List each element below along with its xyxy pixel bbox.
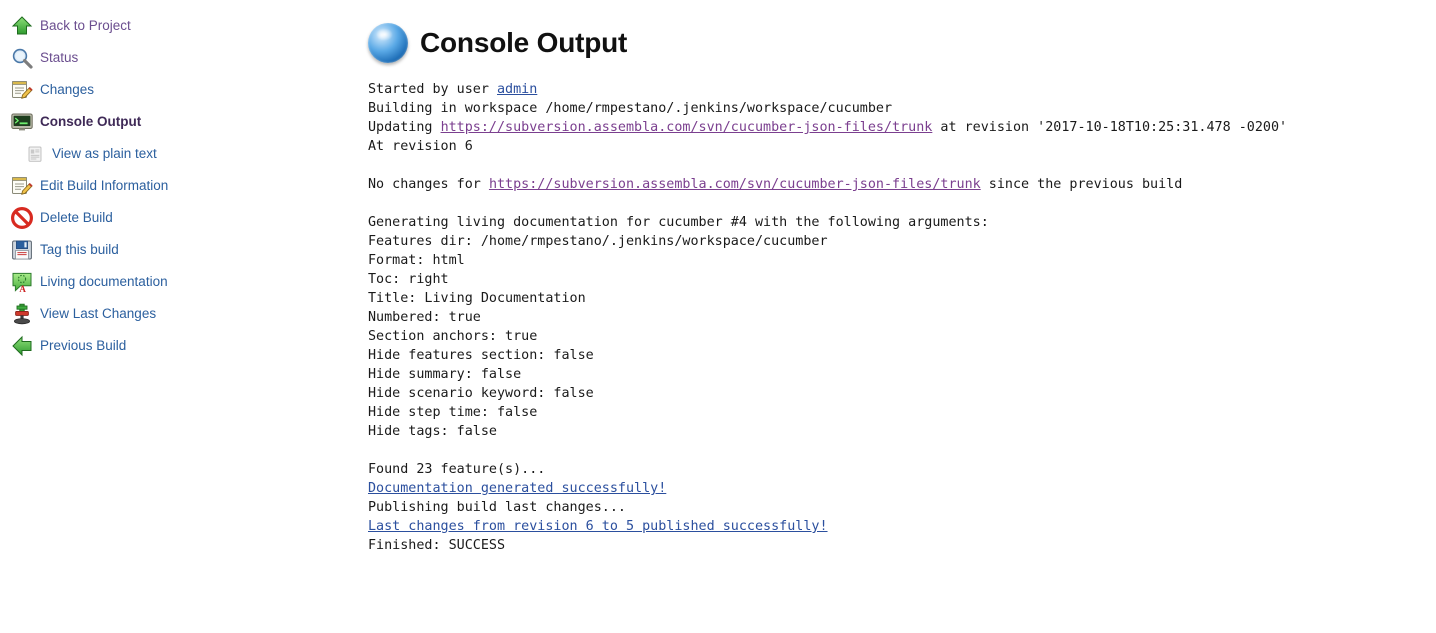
sidebar-item-changes[interactable]: Changes bbox=[0, 74, 360, 106]
console-line: Title: Living Documentation bbox=[368, 289, 1436, 308]
console-text: Numbered: true bbox=[368, 310, 481, 325]
console-line: Building in workspace /home/rmpestano/.j… bbox=[368, 99, 1436, 118]
no-entry-icon bbox=[10, 206, 34, 230]
console-text: Hide step time: false bbox=[368, 405, 538, 420]
console-line: Generating living documentation for cucu… bbox=[368, 213, 1436, 232]
console-text: Started by user bbox=[368, 82, 497, 97]
left-arrow-icon bbox=[10, 334, 34, 358]
console-line: Hide summary: false bbox=[368, 365, 1436, 384]
sidebar-item-label: Tag this build bbox=[40, 242, 119, 257]
sidebar-item-label: Back to Project bbox=[40, 18, 131, 33]
up-arrow-icon bbox=[10, 14, 34, 38]
console-line: Last changes from revision 6 to 5 publis… bbox=[368, 517, 1436, 536]
console-text: Finished: SUCCESS bbox=[368, 538, 506, 553]
svg-text:A: A bbox=[19, 284, 26, 294]
console-line: Publishing build last changes... bbox=[368, 498, 1436, 517]
console-output-text: Started by user admin Building in workspa… bbox=[368, 80, 1436, 555]
console-link[interactable]: admin bbox=[497, 82, 537, 97]
console-line: Hide features section: false bbox=[368, 346, 1436, 365]
console-text: Hide scenario keyword: false bbox=[368, 386, 594, 401]
sidebar-item-label: View Last Changes bbox=[40, 306, 157, 321]
sidebar-item-previous-build[interactable]: Previous Build bbox=[0, 330, 360, 362]
sidebar: Back to Project Status Changes Console Outp… bbox=[0, 0, 360, 633]
console-text: Features dir: /home/rmpestano/.jenkins/w… bbox=[368, 234, 828, 249]
sidebar-item-edit-build-information[interactable]: Edit Build Information bbox=[0, 170, 360, 202]
sidebar-item-label: Living documentation bbox=[40, 274, 168, 289]
console-text: At revision 6 bbox=[368, 139, 473, 154]
console-line: Format: html bbox=[368, 251, 1436, 270]
console-link[interactable]: https://subversion.assembla.com/svn/cucu… bbox=[489, 177, 981, 192]
terminal-icon bbox=[10, 110, 34, 134]
console-text: Hide features section: false bbox=[368, 348, 594, 363]
jenkins-console-page: Back to Project Status Changes Console Outp… bbox=[0, 0, 1436, 633]
sidebar-item-label: View as plain text bbox=[52, 146, 157, 161]
console-text: No changes for bbox=[368, 177, 489, 192]
sidebar-item-living-documentation[interactable]: A Living documentation bbox=[0, 266, 360, 298]
sidebar-item-view-as-plain-text[interactable]: View as plain text bbox=[0, 138, 360, 170]
sidebar-item-tag-this-build[interactable]: Tag this build bbox=[0, 234, 360, 266]
console-line: No changes for https://subversion.assemb… bbox=[368, 175, 1436, 194]
sidebar-item-label: Changes bbox=[40, 82, 95, 97]
page-title: Console Output bbox=[420, 27, 628, 58]
console-line: Hide step time: false bbox=[368, 403, 1436, 422]
notepad-pencil-icon bbox=[10, 78, 34, 102]
notepad-pencil-icon bbox=[10, 174, 34, 198]
sidebar-item-label: Console Output bbox=[40, 114, 142, 129]
page-header: Console Output bbox=[360, 0, 1436, 63]
console-text: Updating bbox=[368, 120, 441, 135]
console-line: Found 23 feature(s)... bbox=[368, 460, 1436, 479]
console-link[interactable]: Documentation generated successfully! bbox=[368, 481, 666, 496]
console-text: since the previous build bbox=[980, 177, 1183, 192]
sidebar-item-label: Previous Build bbox=[40, 338, 127, 353]
blue-sphere-icon bbox=[368, 23, 408, 63]
speech-bubble-icon: A bbox=[10, 270, 34, 294]
console-text: at revision '2017-10-18T10:25:31.478 -02… bbox=[932, 120, 1288, 135]
sidebar-item-console-output[interactable]: Console Output bbox=[0, 106, 360, 138]
console-text: Section anchors: true bbox=[368, 329, 538, 344]
sidebar-item-label: Status bbox=[40, 50, 79, 65]
console-line: Started by user admin bbox=[368, 80, 1436, 99]
magnifier-icon bbox=[10, 46, 34, 70]
console-line: Documentation generated successfully! bbox=[368, 479, 1436, 498]
console-line: At revision 6 bbox=[368, 137, 1436, 156]
console-link[interactable]: Last changes from revision 6 to 5 publis… bbox=[368, 519, 828, 534]
sidebar-item-view-last-changes[interactable]: View Last Changes bbox=[0, 298, 360, 330]
sidebar-item-back-to-project[interactable]: Back to Project bbox=[0, 10, 360, 42]
console-text: Hide tags: false bbox=[368, 424, 497, 439]
console-line: Numbered: true bbox=[368, 308, 1436, 327]
console-text: Found 23 feature(s)... bbox=[368, 462, 546, 477]
console-text: Publishing build last changes... bbox=[368, 500, 626, 515]
console-line: Hide tags: false bbox=[368, 422, 1436, 441]
console-text: Toc: right bbox=[368, 272, 449, 287]
console-line: Finished: SUCCESS bbox=[368, 536, 1436, 555]
console-text: Format: html bbox=[368, 253, 465, 268]
console-line: Toc: right bbox=[368, 270, 1436, 289]
floppy-disk-icon bbox=[10, 238, 34, 262]
console-text: Title: Living Documentation bbox=[368, 291, 586, 306]
plug-icon bbox=[10, 302, 34, 326]
main-content: Console Output Started by user admin Buil… bbox=[360, 0, 1436, 633]
console-link[interactable]: https://subversion.assembla.com/svn/cucu… bbox=[441, 120, 933, 135]
console-text: Building in workspace /home/rmpestano/.j… bbox=[368, 101, 893, 116]
document-icon bbox=[26, 145, 44, 163]
sidebar-item-label: Delete Build bbox=[40, 210, 113, 225]
sidebar-item-delete-build[interactable]: Delete Build bbox=[0, 202, 360, 234]
console-text: Generating living documentation for cucu… bbox=[368, 215, 989, 230]
console-text: Hide summary: false bbox=[368, 367, 522, 382]
console-line: Features dir: /home/rmpestano/.jenkins/w… bbox=[368, 232, 1436, 251]
sidebar-item-status[interactable]: Status bbox=[0, 42, 360, 74]
console-line: Hide scenario keyword: false bbox=[368, 384, 1436, 403]
console-line: Section anchors: true bbox=[368, 327, 1436, 346]
sidebar-item-label: Edit Build Information bbox=[40, 178, 169, 193]
console-line: Updating https://subversion.assembla.com… bbox=[368, 118, 1436, 137]
